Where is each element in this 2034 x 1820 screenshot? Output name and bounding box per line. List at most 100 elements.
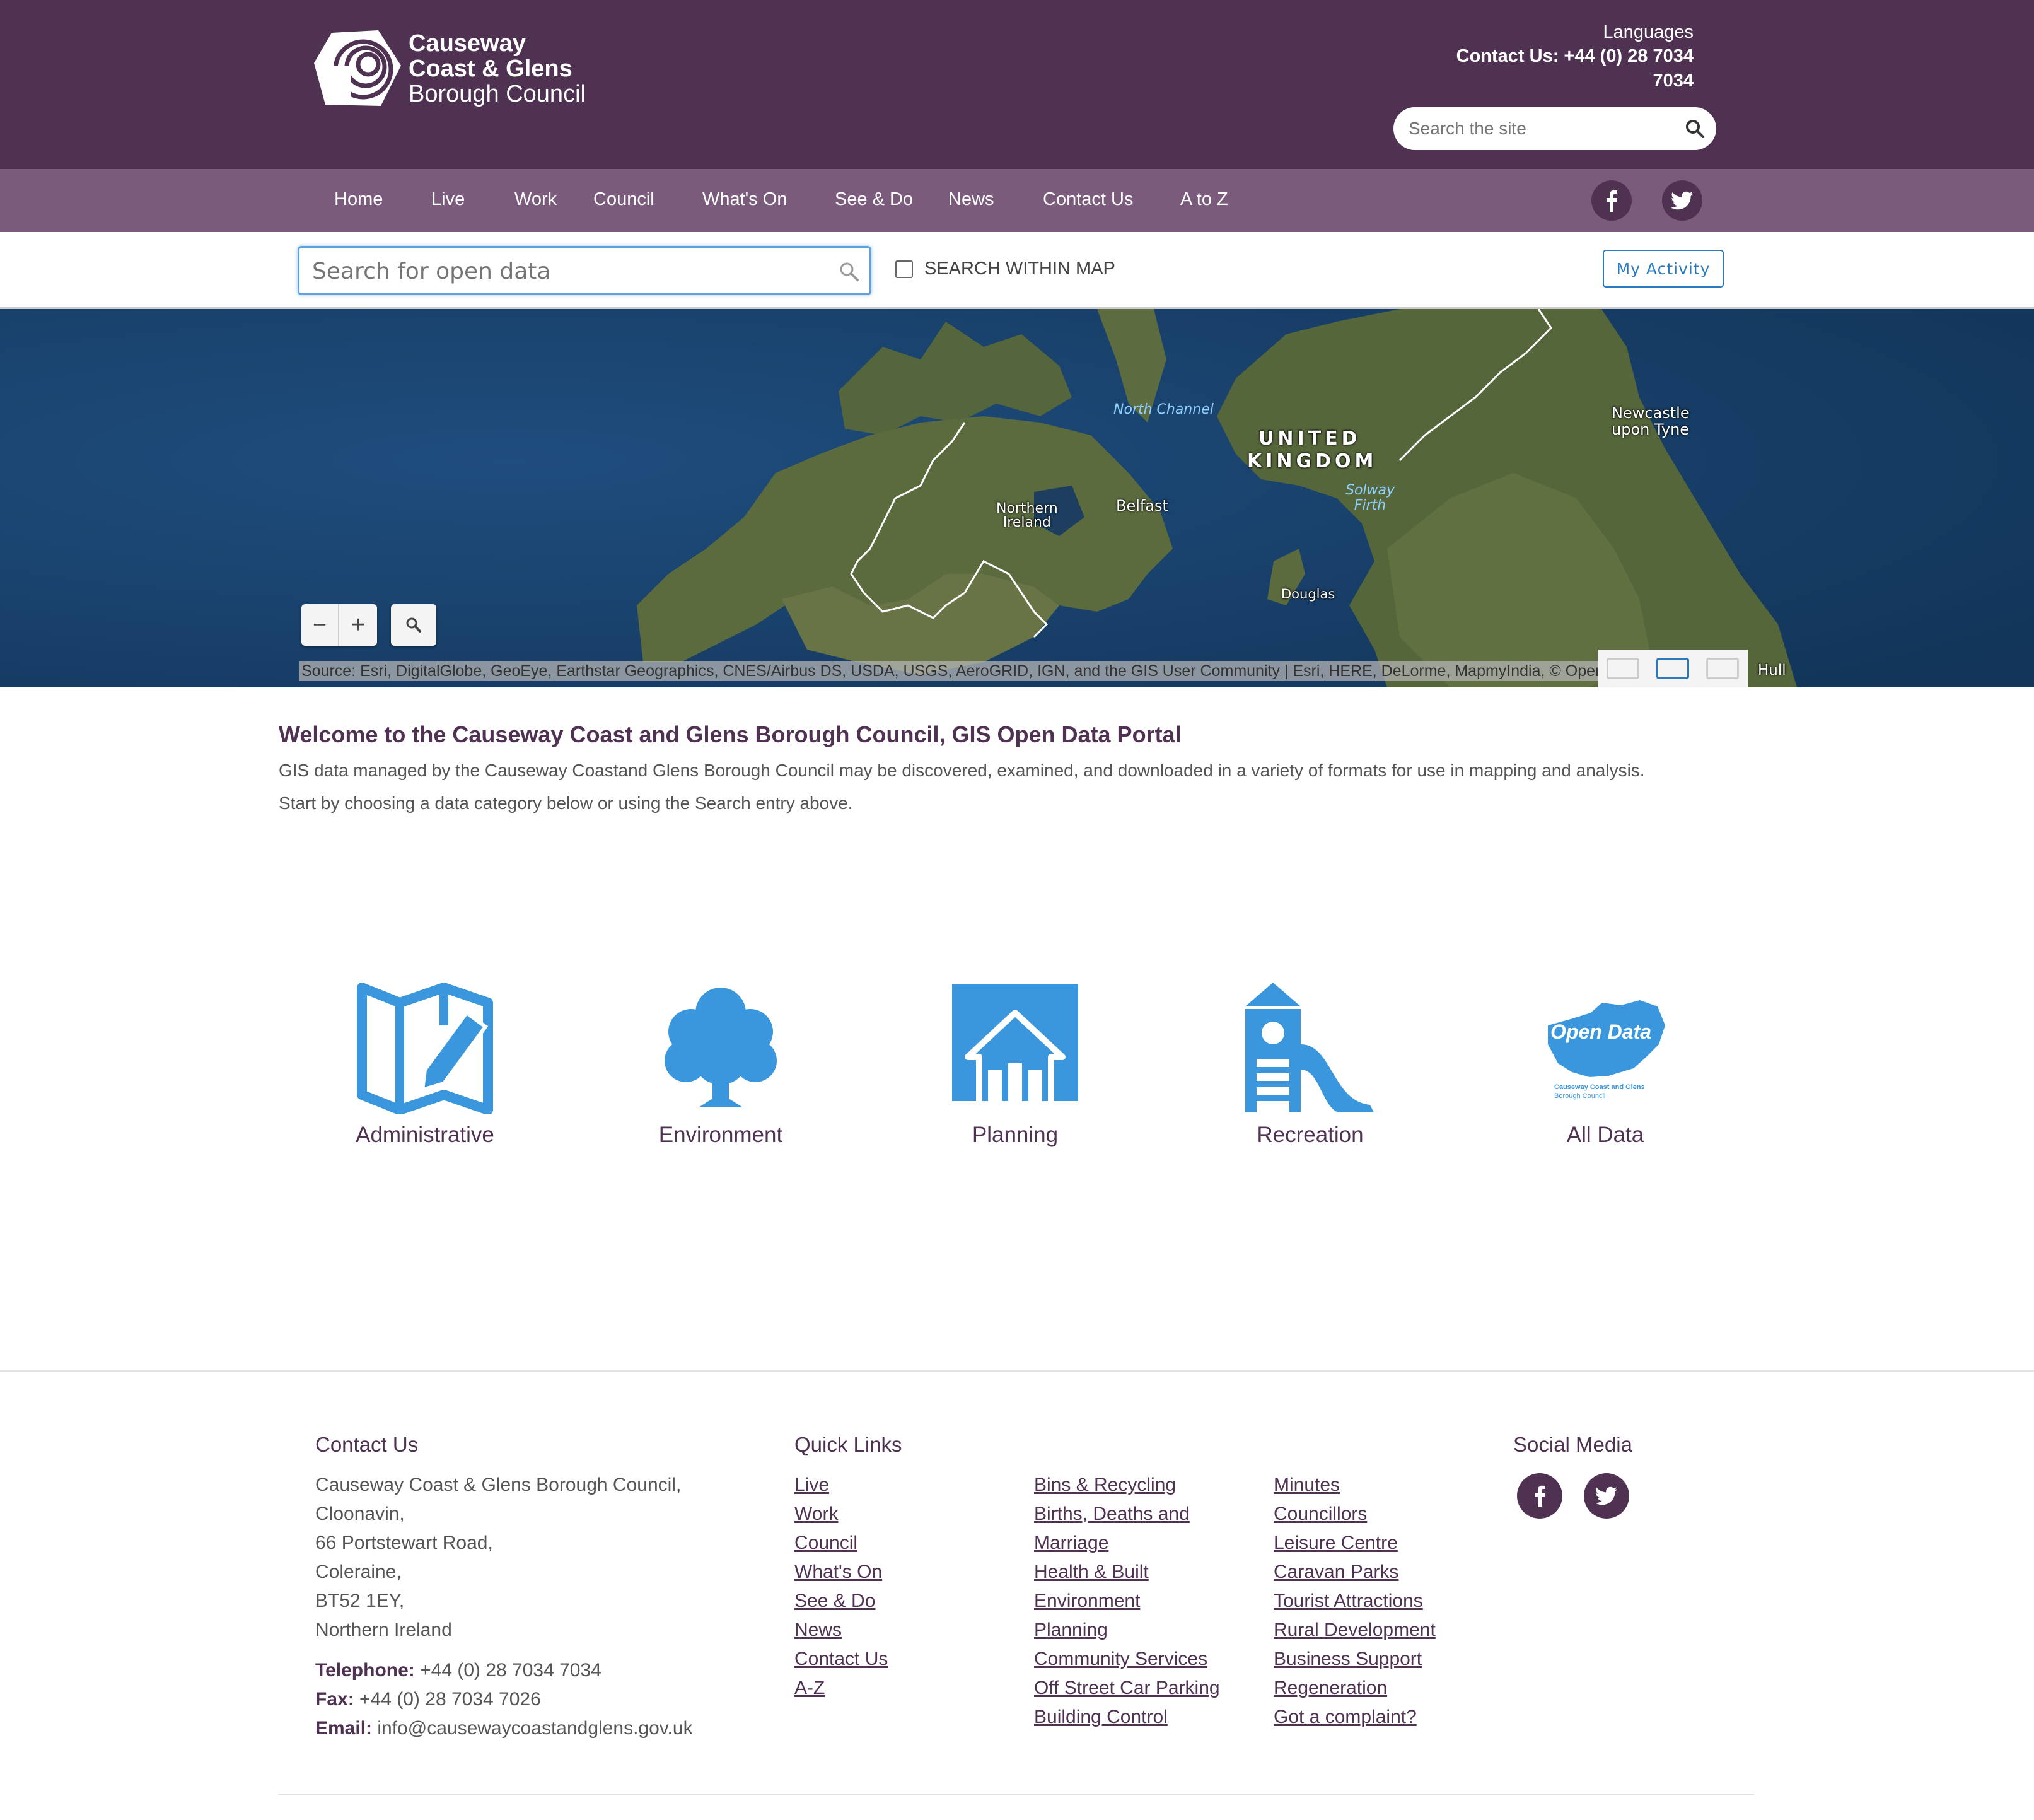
footer-address: Causeway Coast & Glens Borough Council, … [315,1471,681,1645]
category-all-data[interactable]: Open Data Causeway Coast and Glens Borou… [1511,981,1700,1148]
footer-link-a-z[interactable]: A-Z [794,1674,888,1703]
open-data-map-icon: Open Data Causeway Coast and Glens Borou… [1539,981,1671,1114]
category-administrative[interactable]: Administrative [330,981,520,1148]
basemap-option-gray[interactable] [1706,658,1740,679]
logo-swirl-icon [314,30,401,106]
map-label-uk-line2: KINGDOM [1247,450,1378,472]
languages-link[interactable]: Languages [1429,20,1694,44]
category-environment[interactable]: Environment [626,981,815,1148]
site-header: Causeway Coast & Glens Borough Council L… [0,0,2034,169]
map-label-northern-ireland-line1: Northern [996,501,1058,516]
nav-council[interactable]: Council [593,189,654,210]
address-line: Causeway Coast & Glens Borough Council, [315,1474,682,1495]
main-nav: Home Live Work Council What's On See & D… [0,169,2034,232]
category-label: Environment [658,1123,783,1147]
footer-link-news[interactable]: News [794,1616,888,1645]
footer-link-building-control[interactable]: Building Control [1034,1703,1220,1732]
footer-link-minutes[interactable]: Minutes [1274,1471,1436,1500]
map-label-uk-line1: UNITED [1258,428,1361,450]
footer-contact-title: Contact Us [315,1433,419,1456]
footer-link-see-do[interactable]: See & Do [794,1587,888,1616]
nav-news[interactable]: News [948,189,994,210]
footer-link-live[interactable]: Live [794,1471,888,1500]
twitter-button[interactable] [1662,180,1702,221]
logo-text-line2: Coast & Glens [409,55,572,82]
category-label: Planning [972,1123,1059,1147]
search-within-map-checkbox[interactable] [895,260,913,278]
nav-a-to-z[interactable]: A to Z [1180,189,1228,210]
nav-whats-on[interactable]: What's On [702,189,787,210]
open-data-search-box [298,246,871,295]
open-data-search-input[interactable] [312,257,817,286]
facebook-icon [1607,190,1617,212]
email-label: Email: [315,1718,373,1739]
telephone-label: Telephone: [315,1660,415,1681]
footer-facebook-button[interactable] [1517,1473,1562,1519]
footer-link-rural-development[interactable]: Rural Development [1274,1616,1436,1645]
footer-divider [0,1370,2034,1372]
map-attribution: Source: Esri, DigitalGlobe, GeoEye, Eart… [299,661,1598,681]
map-label-solway-line1: Solway [1345,482,1395,498]
footer-link-marriage[interactable]: Marriage [1034,1529,1220,1558]
footer-link-work[interactable]: Work [794,1500,888,1529]
footer-link-council[interactable]: Council [794,1529,888,1558]
footer-twitter-button[interactable] [1584,1473,1629,1519]
nav-home[interactable]: Home [334,189,383,210]
map-zoom-controls: − + [301,604,377,646]
site-search-input[interactable] [1409,115,1673,143]
logo-text-line3: Borough Council [409,81,586,107]
footer-link-complaint[interactable]: Got a complaint? [1274,1703,1436,1732]
logo-text-line1: Causeway [409,30,526,57]
welcome-text: GIS data managed by the Causeway Coastan… [279,754,1645,820]
footer-link-environment[interactable]: Environment [1034,1587,1220,1616]
map-label-solway-line2: Firth [1354,498,1386,513]
map-label-northern-ireland-line2: Ireland [1002,515,1051,530]
footer-link-leisure-centre[interactable]: Leisure Centre [1274,1529,1436,1558]
nav-see-do[interactable]: See & Do [835,189,913,210]
footer-link-births-deaths[interactable]: Births, Deaths and [1034,1500,1220,1529]
footer-link-bins-recycling[interactable]: Bins & Recycling [1034,1471,1220,1500]
category-label: Recreation [1257,1123,1364,1147]
basemap-option-light[interactable] [1606,658,1639,679]
footer-link-contact-us[interactable]: Contact Us [794,1645,888,1674]
address-line: Cloonavin, [315,1503,405,1524]
tree-icon [665,988,777,1107]
search-icon[interactable] [1685,119,1705,139]
facebook-button[interactable] [1591,180,1632,221]
address-line: Coleraine, [315,1561,402,1582]
search-icon[interactable] [838,260,861,283]
footer-quick-links-title: Quick Links [794,1433,902,1456]
footer-link-health-built[interactable]: Health & Built [1034,1558,1220,1587]
welcome-line2: Start by choosing a data category below … [279,793,853,813]
footer-link-business-support[interactable]: Business Support [1274,1645,1436,1674]
my-activity-button[interactable]: My Activity [1603,250,1724,288]
quick-links-col1: Live Work Council What's On See & Do New… [794,1471,888,1703]
search-within-map-option[interactable]: SEARCH WITHIN MAP [895,259,1115,279]
footer-link-councillors[interactable]: Councillors [1274,1500,1436,1529]
category-planning[interactable]: Planning [921,981,1110,1148]
basemap-option-imagery[interactable] [1656,658,1689,679]
footer-link-car-parking[interactable]: Off Street Car Parking [1034,1674,1220,1703]
nav-live[interactable]: Live [431,189,465,210]
twitter-icon [1671,191,1693,210]
footer-link-tourist-attractions[interactable]: Tourist Attractions [1274,1587,1436,1616]
footer-link-whats-on[interactable]: What's On [794,1558,888,1587]
basemap-switcher [1598,650,1748,687]
open-data-logo-subtext-2: Borough Council [1554,1092,1606,1100]
open-data-logo-subtext-1: Causeway Coast and Glens [1554,1083,1645,1091]
email-value[interactable]: info@causewaycoastandglens.gov.uk [377,1718,692,1739]
nav-work[interactable]: Work [514,189,557,210]
footer-link-caravan-parks[interactable]: Caravan Parks [1274,1558,1436,1587]
zoom-out-button[interactable]: − [301,604,339,646]
footer-link-regeneration[interactable]: Regeneration [1274,1674,1436,1703]
category-recreation[interactable]: Recreation [1216,981,1405,1148]
welcome-line1: GIS data managed by the Causeway Coastan… [279,761,1645,780]
house-icon [952,984,1078,1111]
footer-link-planning[interactable]: Planning [1034,1616,1220,1645]
satellite-map[interactable]: North Channel UNITED KINGDOM Newcastle u… [0,309,2034,687]
zoom-in-button[interactable]: + [339,604,377,646]
footer-link-community-services[interactable]: Community Services [1034,1645,1220,1674]
map-search-button[interactable] [391,604,436,646]
council-logo[interactable]: Causeway Coast & Glens Borough Council [313,28,586,110]
nav-contact-us[interactable]: Contact Us [1043,189,1133,210]
